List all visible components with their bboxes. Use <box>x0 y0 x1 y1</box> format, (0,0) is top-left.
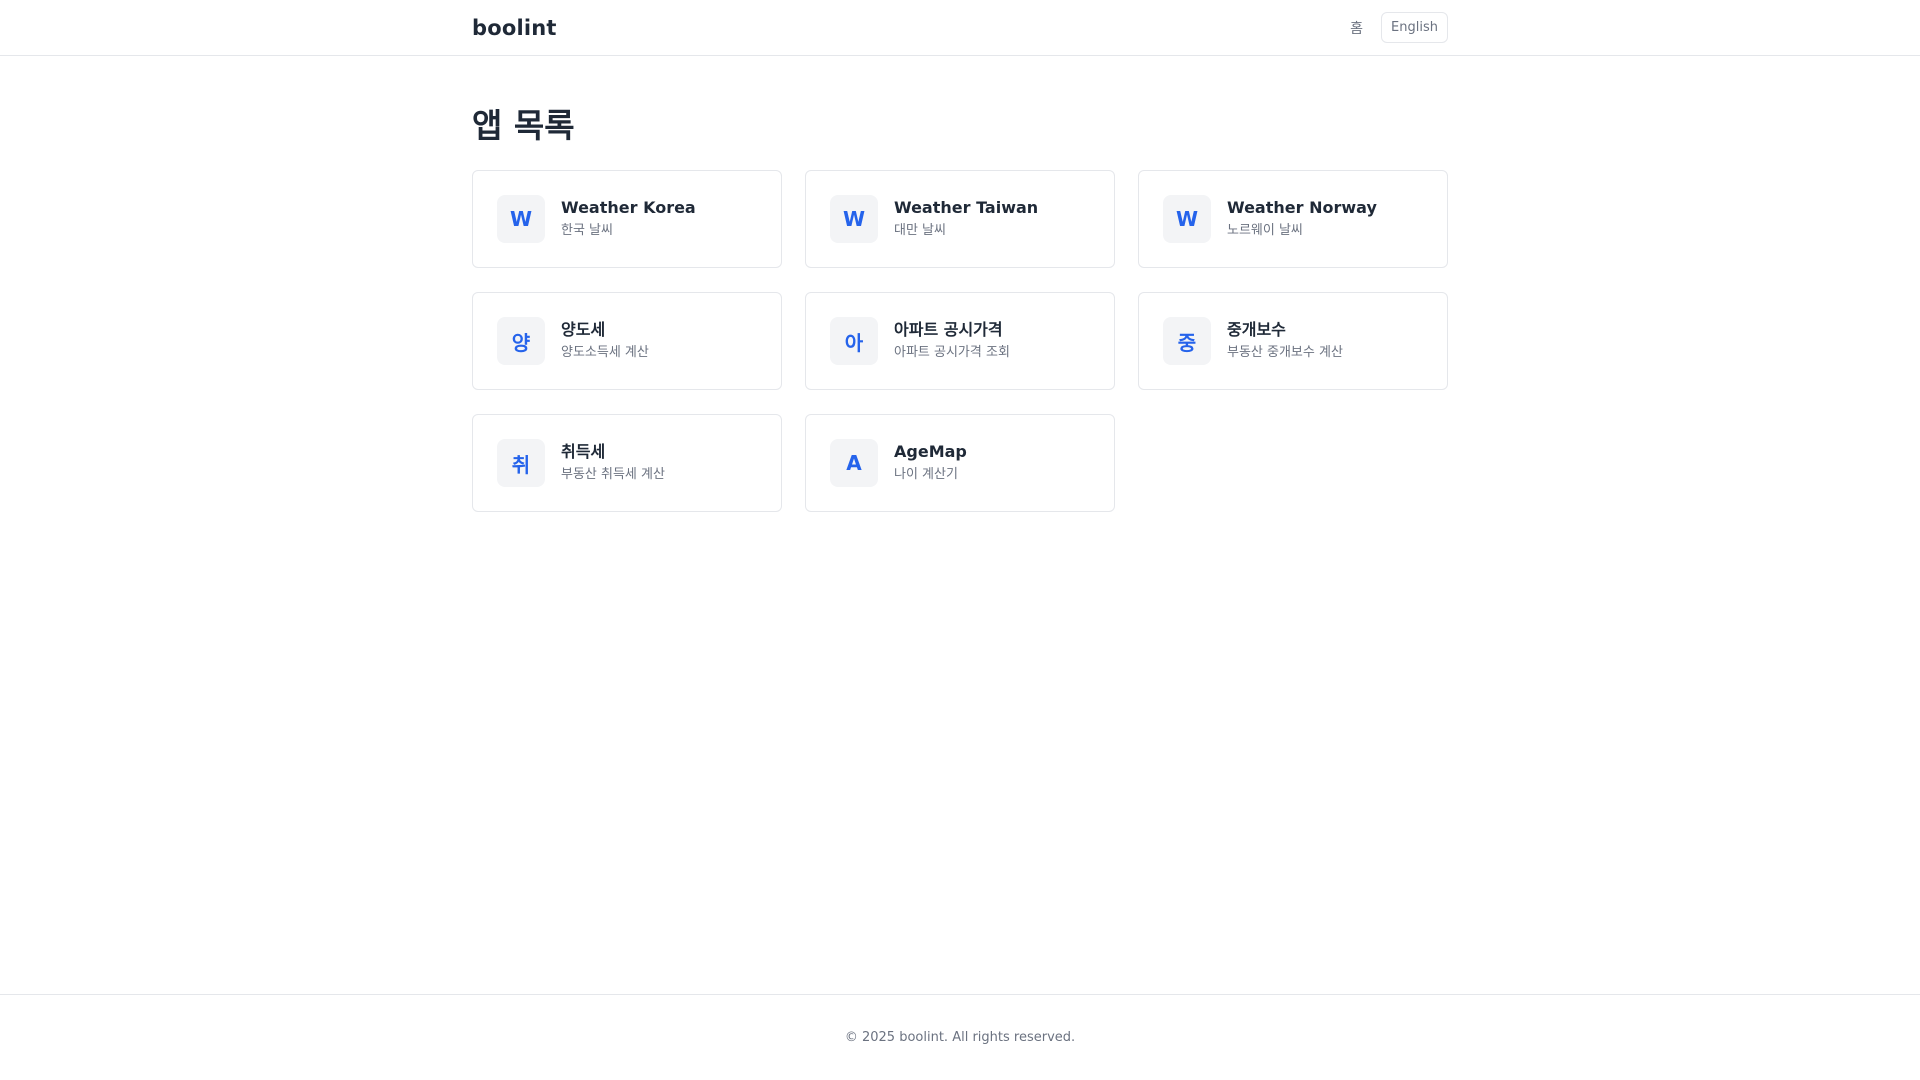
app-card-title: 중개보수 <box>1227 320 1286 339</box>
app-card-title: Weather Norway <box>1227 198 1377 217</box>
app-card-text: Weather Korea 한국 날씨 <box>561 197 696 241</box>
app-card-capital-gains-tax[interactable]: 양 양도세 양도소득세 계산 <box>472 292 782 390</box>
app-card-title: 아파트 공시가격 <box>894 320 1003 339</box>
app-card-subtitle: 나이 계산기 <box>894 467 958 482</box>
app-card-text: 중개보수 부동산 중개보수 계산 <box>1227 319 1343 363</box>
app-card-text: Weather Taiwan 대만 날씨 <box>894 197 1038 241</box>
app-card-subtitle: 부동산 중개보수 계산 <box>1227 345 1343 360</box>
page-title: 앱 목록 <box>472 106 575 145</box>
app-card-text: 취득세 부동산 취득세 계산 <box>561 441 665 485</box>
app-card-text: 아파트 공시가격 아파트 공시가격 조회 <box>894 319 1010 363</box>
brand-logo-link[interactable]: boolint <box>472 16 557 40</box>
app-card-title: AgeMap <box>894 442 967 461</box>
app-grid: W Weather Korea 한국 날씨 W Weather Taiwan 대… <box>472 170 1448 512</box>
top-header: boolint 홈 English <box>0 0 1920 56</box>
app-letter-icon: A <box>830 439 878 487</box>
app-card-text: 양도세 양도소득세 계산 <box>561 319 649 363</box>
app-card-text: AgeMap 나이 계산기 <box>894 441 967 485</box>
app-card-title: 취득세 <box>561 442 606 461</box>
app-card-agemap[interactable]: A AgeMap 나이 계산기 <box>805 414 1115 512</box>
page-footer: © 2025 boolint. All rights reserved. <box>0 994 1920 1080</box>
app-card-subtitle: 부동산 취득세 계산 <box>561 467 665 482</box>
footer-copyright: © 2025 boolint. All rights reserved. <box>844 1030 1076 1045</box>
app-card-title: Weather Taiwan <box>894 198 1039 217</box>
top-nav: 홈 English <box>1350 12 1448 43</box>
app-card-title: Weather Korea <box>561 198 696 217</box>
app-letter-icon: 양 <box>497 317 545 365</box>
app-card-weather-norway[interactable]: W Weather Norway 노르웨이 날씨 <box>1138 170 1448 268</box>
main-content: 앱 목록 W Weather Korea 한국 날씨 W Weather Tai… <box>472 56 1448 512</box>
app-card-apartment-price[interactable]: 아 아파트 공시가격 아파트 공시가격 조회 <box>805 292 1115 390</box>
app-card-text: Weather Norway 노르웨이 날씨 <box>1227 197 1377 241</box>
app-card-weather-korea[interactable]: W Weather Korea 한국 날씨 <box>472 170 782 268</box>
app-card-subtitle: 노르웨이 날씨 <box>1227 223 1303 238</box>
header-container: boolint 홈 English <box>472 0 1448 55</box>
app-card-weather-taiwan[interactable]: W Weather Taiwan 대만 날씨 <box>805 170 1115 268</box>
app-letter-icon: 중 <box>1163 317 1211 365</box>
nav-home-link[interactable]: 홈 <box>1350 18 1363 38</box>
app-letter-icon: W <box>1163 195 1211 243</box>
app-card-subtitle: 한국 날씨 <box>561 223 613 238</box>
app-card-subtitle: 대만 날씨 <box>894 223 946 238</box>
app-letter-icon: W <box>497 195 545 243</box>
app-letter-icon: W <box>830 195 878 243</box>
app-card-brokerage-fee[interactable]: 중 중개보수 부동산 중개보수 계산 <box>1138 292 1448 390</box>
app-card-subtitle: 아파트 공시가격 조회 <box>894 345 1010 360</box>
app-letter-icon: 아 <box>830 317 878 365</box>
app-card-acquisition-tax[interactable]: 취 취득세 부동산 취득세 계산 <box>472 414 782 512</box>
language-toggle-button[interactable]: English <box>1381 12 1448 43</box>
app-letter-icon: 취 <box>497 439 545 487</box>
app-card-title: 양도세 <box>561 320 606 339</box>
app-card-subtitle: 양도소득세 계산 <box>561 345 649 360</box>
